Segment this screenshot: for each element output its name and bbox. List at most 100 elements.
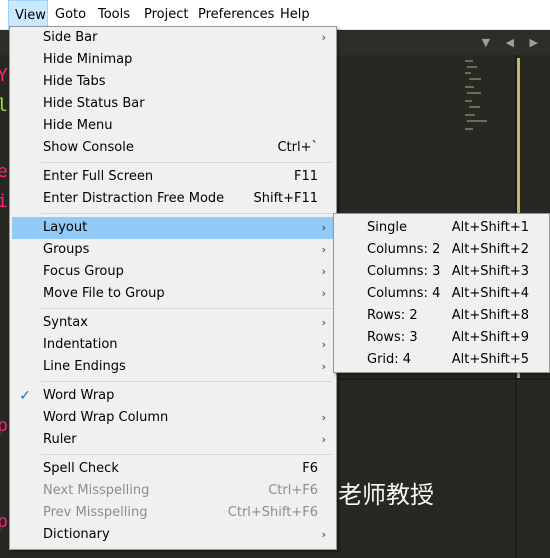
tab-scroll-arrows[interactable]: ▼ ◀ ▶ — [482, 36, 544, 49]
menu-item-word-wrap[interactable]: ✓ Word Wrap — [12, 385, 334, 407]
menu-item-label: Syntax — [43, 315, 88, 330]
menu-project[interactable]: Project — [138, 0, 194, 29]
layout-submenu: Single Alt+Shift+1 Columns: 2 Alt+Shift+… — [333, 213, 550, 373]
chevron-right-icon: › — [321, 287, 326, 300]
chevron-right-icon: › — [321, 338, 326, 351]
menu-item-label: Hide Minimap — [43, 52, 133, 67]
code-glyph: l — [0, 95, 8, 116]
chevron-right-icon: › — [321, 433, 326, 446]
menu-item-ruler[interactable]: Ruler › — [12, 429, 334, 451]
menu-item-shortcut: Alt+Shift+9 — [451, 330, 529, 345]
editor-text: 老师教授 — [338, 481, 434, 509]
layout-columns-2[interactable]: Columns: 2 Alt+Shift+2 — [336, 239, 547, 261]
menu-item-label: Enter Full Screen — [43, 169, 154, 184]
layout-rows-3[interactable]: Rows: 3 Alt+Shift+9 — [336, 327, 547, 349]
chevron-right-icon: › — [321, 360, 326, 373]
menu-item-label: Grid: 4 — [367, 352, 412, 367]
menu-item-syntax[interactable]: Syntax › — [12, 312, 334, 334]
layout-columns-4[interactable]: Columns: 4 Alt+Shift+4 — [336, 283, 547, 305]
code-glyph: i — [0, 191, 8, 212]
menu-item-side-bar[interactable]: Side Bar › — [12, 27, 334, 49]
menu-item-shortcut: Alt+Shift+3 — [451, 264, 529, 279]
menu-item-shortcut: Ctrl+F6 — [268, 483, 318, 498]
menu-item-label: Indentation — [43, 337, 118, 352]
menu-separator — [41, 308, 332, 309]
menu-item-hide-menu[interactable]: Hide Menu — [12, 115, 334, 137]
menu-item-groups[interactable]: Groups › — [12, 239, 334, 261]
menu-item-label: Dictionary — [43, 527, 110, 542]
menu-item-show-console[interactable]: Show Console Ctrl+` — [12, 137, 334, 159]
menu-item-label: Hide Tabs — [43, 74, 106, 89]
menu-item-label: Line Endings — [43, 359, 126, 374]
menu-separator — [41, 381, 332, 382]
menu-preferences[interactable]: Preferences — [192, 0, 280, 29]
menu-item-shortcut: F11 — [293, 169, 318, 184]
menu-item-focus-group[interactable]: Focus Group › — [12, 261, 334, 283]
menu-item-label: Ruler — [43, 432, 77, 447]
menu-item-shortcut: Ctrl+Shift+F6 — [227, 505, 318, 520]
menu-item-label: Spell Check — [43, 461, 119, 476]
menu-goto[interactable]: Goto — [49, 0, 92, 29]
menu-item-shortcut: Alt+Shift+1 — [451, 220, 529, 235]
layout-grid-4[interactable]: Grid: 4 Alt+Shift+5 — [336, 349, 547, 371]
menu-item-shortcut: Alt+Shift+8 — [451, 308, 529, 323]
chevron-right-icon: › — [321, 411, 326, 424]
menu-item-indentation[interactable]: Indentation › — [12, 334, 334, 356]
menu-item-label: Show Console — [43, 140, 134, 155]
layout-rows-2[interactable]: Rows: 2 Alt+Shift+8 — [336, 305, 547, 327]
menu-item-word-wrap-column[interactable]: Word Wrap Column › — [12, 407, 334, 429]
menu-item-layout[interactable]: Layout › — [12, 217, 334, 239]
menu-item-label: Groups — [43, 242, 90, 257]
menu-item-prev-misspelling: Prev Misspelling Ctrl+Shift+F6 — [12, 502, 334, 524]
chevron-right-icon: › — [321, 265, 326, 278]
minimap[interactable] — [463, 58, 493, 138]
menu-item-next-misspelling: Next Misspelling Ctrl+F6 — [12, 480, 334, 502]
menu-item-hide-status-bar[interactable]: Hide Status Bar — [12, 93, 334, 115]
menu-item-shortcut: Alt+Shift+4 — [451, 286, 529, 301]
view-menu-dropdown: Side Bar › Hide Minimap Hide Tabs Hide S… — [9, 26, 337, 550]
code-glyph: Y — [0, 65, 8, 86]
menu-item-label: Enter Distraction Free Mode — [43, 191, 225, 206]
menu-item-line-endings[interactable]: Line Endings › — [12, 356, 334, 378]
menu-item-move-file-to-group[interactable]: Move File to Group › — [12, 283, 334, 305]
menu-item-label: Focus Group — [43, 264, 124, 279]
menu-item-spell-check[interactable]: Spell Check F6 — [12, 458, 334, 480]
menu-item-distraction-free[interactable]: Enter Distraction Free Mode Shift+F11 — [12, 188, 334, 210]
menu-item-label: Rows: 2 — [367, 308, 418, 323]
code-glyph: e — [0, 161, 8, 182]
menu-item-hide-tabs[interactable]: Hide Tabs — [12, 71, 334, 93]
menu-item-label: Rows: 3 — [367, 330, 418, 345]
menu-item-label: Move File to Group — [43, 286, 165, 301]
menu-item-label: Columns: 2 — [367, 242, 441, 257]
menu-item-shortcut: Ctrl+` — [277, 140, 318, 155]
menu-item-label: Hide Status Bar — [43, 96, 145, 111]
menu-help[interactable]: Help — [274, 0, 316, 29]
menu-item-label: Next Misspelling — [43, 483, 150, 498]
menu-item-enter-full-screen[interactable]: Enter Full Screen F11 — [12, 166, 334, 188]
menu-separator — [41, 454, 332, 455]
menu-item-hide-minimap[interactable]: Hide Minimap — [12, 49, 334, 71]
code-glyph: p — [0, 511, 8, 532]
menu-separator — [41, 162, 332, 163]
menu-item-dictionary[interactable]: Dictionary › — [12, 524, 334, 546]
layout-single[interactable]: Single Alt+Shift+1 — [336, 217, 547, 239]
code-glyph: p — [0, 415, 8, 436]
menu-item-label: Word Wrap Column — [43, 410, 169, 425]
menu-item-label: Columns: 4 — [367, 286, 441, 301]
menu-item-shortcut: F6 — [302, 461, 318, 476]
menu-item-label: Columns: 3 — [367, 264, 441, 279]
menu-item-label: Word Wrap — [43, 388, 115, 403]
chevron-right-icon: › — [321, 316, 326, 329]
menu-separator — [41, 213, 332, 214]
menu-tools[interactable]: Tools — [92, 0, 136, 29]
menu-item-label: Single — [367, 220, 407, 235]
menu-item-shortcut: Shift+F11 — [253, 191, 318, 206]
menu-item-shortcut: Alt+Shift+5 — [451, 352, 529, 367]
menu-item-label: Prev Misspelling — [43, 505, 148, 520]
checkmark-icon: ✓ — [19, 388, 31, 404]
chevron-right-icon: › — [321, 221, 326, 234]
layout-columns-3[interactable]: Columns: 3 Alt+Shift+3 — [336, 261, 547, 283]
pane-divider-horizontal[interactable] — [338, 378, 550, 380]
menu-view[interactable]: View — [8, 0, 48, 29]
menu-item-label: Side Bar — [43, 30, 98, 45]
